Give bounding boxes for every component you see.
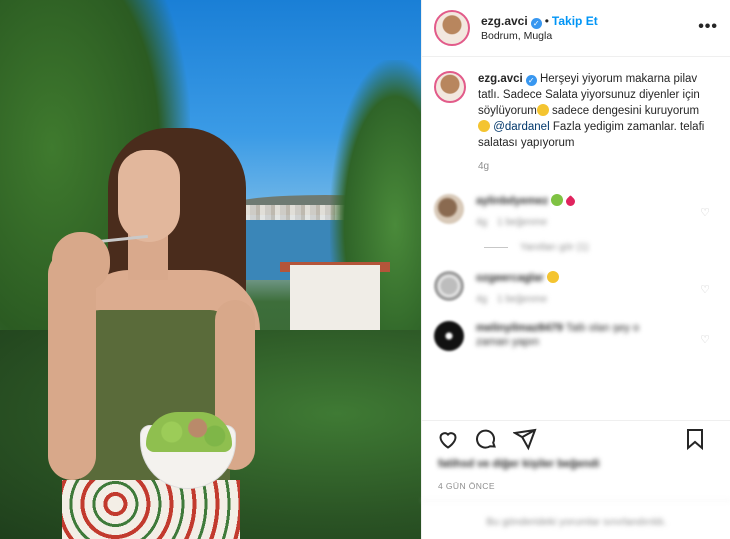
view-replies[interactable]: Yanıtları gör (1): [484, 242, 730, 253]
caption: ezg.avci ✓ Herşeyi yiyorum makarna pilav …: [422, 57, 730, 151]
comment-body: ozgeercaglar 4g 1 beğenme: [476, 271, 559, 305]
woman-face: [118, 150, 180, 242]
comment-item: ozgeercaglar 4g 1 beğenme ♡: [422, 271, 730, 305]
green-emoji-icon: [551, 194, 564, 206]
grinning-emoji-icon: [536, 104, 549, 116]
more-dots-icon[interactable]: •••: [698, 18, 718, 36]
verified-icon: ✓: [525, 75, 537, 86]
comment-body: melinyilmaz8479 Tatlı olan şey o zaman y…: [476, 321, 639, 351]
comment-time: 4g: [476, 217, 488, 228]
heart-icon[interactable]: [436, 427, 460, 451]
avatar[interactable]: [434, 10, 470, 46]
caption-username[interactable]: ezg.avci: [478, 73, 523, 85]
verified-icon: ✓: [530, 17, 542, 29]
username[interactable]: ezg.avci: [481, 14, 528, 28]
house: [290, 265, 380, 335]
location-link[interactable]: Bodrum, Mugla: [481, 29, 598, 43]
floral-skirt: [62, 480, 240, 539]
laughing-emoji-icon: [478, 120, 490, 132]
comment-like-heart-icon[interactable]: ♡: [700, 283, 710, 296]
post-header: ezg.avci ✓ • Takip Et Bodrum, Mugla •••: [422, 0, 730, 57]
comment-username[interactable]: ozgeercaglar: [476, 272, 544, 284]
comment-body: aylinbdyemez 4g 1 beğenme: [476, 194, 578, 228]
comment-text-cont: zaman yapın: [476, 336, 539, 348]
comment-likes[interactable]: 1 beğenme: [497, 217, 547, 228]
caption-text: ezg.avci ✓ Herşeyi yiyorum makarna pilav …: [478, 71, 708, 151]
avatar[interactable]: [434, 271, 464, 301]
avatar[interactable]: [434, 71, 466, 103]
woman-hand: [52, 232, 110, 292]
smile-emoji-icon: [546, 271, 559, 283]
comment-username[interactable]: melinyilmaz8479: [476, 322, 563, 334]
caption-part-2: sadece dengesini kuruyorum: [552, 105, 700, 117]
avatar[interactable]: [434, 194, 464, 224]
comment-item: aylinbdyemez 4g 1 beğenme ♡: [422, 194, 730, 228]
comment-likes[interactable]: 1 beğenme: [497, 294, 547, 305]
share-icon[interactable]: [512, 427, 537, 451]
replies-divider: [484, 247, 508, 248]
view-replies-label[interactable]: Yanıtları gör (1): [520, 242, 589, 253]
bookmark-icon[interactable]: [683, 427, 707, 451]
add-comment-area[interactable]: Bu gönderideki yorumlar sınırlandırıldı.: [422, 500, 730, 539]
post-photo[interactable]: [0, 0, 421, 539]
comment-username[interactable]: aylinbdyemez: [476, 195, 548, 207]
comment-text: Tatlı olan şey o: [565, 322, 640, 334]
comment-time: 4g: [476, 294, 488, 305]
mention-link[interactable]: @dardanel: [493, 121, 549, 133]
salad: [146, 412, 232, 452]
follow-button[interactable]: Takip Et: [552, 14, 598, 28]
post-sidebar: ezg.avci ✓ • Takip Et Bodrum, Mugla ••• ezg…: [421, 0, 730, 539]
comment-item: melinyilmaz8479 Tatlı olan şey o zaman y…: [422, 321, 730, 351]
likes-summary[interactable]: fatihsd ve diğer kişiler beğendi: [438, 458, 599, 470]
comment-icon[interactable]: [474, 427, 498, 451]
comment-like-heart-icon[interactable]: ♡: [700, 333, 710, 346]
separator-dot: •: [544, 13, 549, 28]
caption-time: 4g: [478, 161, 490, 172]
post-header-meta: ezg.avci ✓ • Takip Et Bodrum, Mugla: [481, 14, 598, 43]
red-heart-icon: [564, 195, 578, 208]
comment-like-heart-icon[interactable]: ♡: [700, 206, 710, 219]
post-time: 4 GÜN ÖNCE: [438, 481, 495, 491]
avatar[interactable]: [434, 321, 464, 351]
action-bar: [422, 420, 730, 456]
